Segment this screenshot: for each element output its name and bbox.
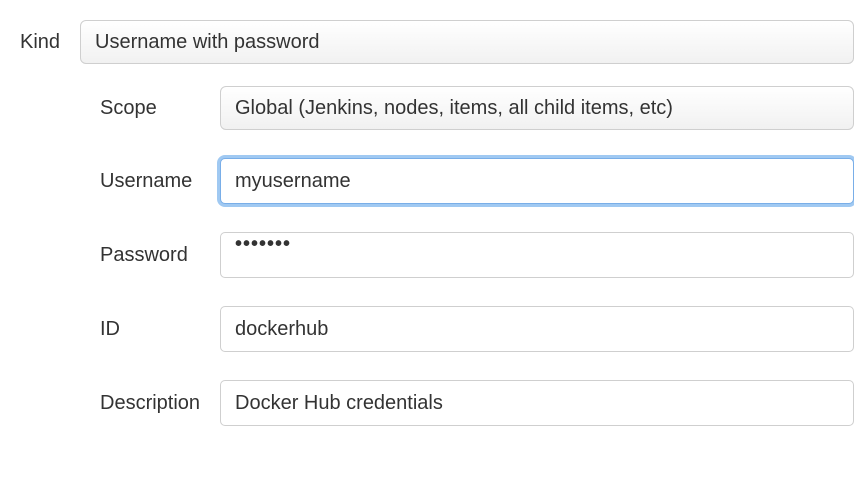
scope-select[interactable]: Global (Jenkins, nodes, items, all child… [220,86,854,130]
id-input[interactable] [220,306,854,352]
label-scope: Scope [100,97,220,120]
row-kind: Kind Username with password [20,20,854,64]
scope-select-value: Global (Jenkins, nodes, items, all child… [235,97,673,120]
row-password: Password ••••••• [100,232,854,278]
row-id: ID [100,306,854,352]
label-id: ID [100,318,220,341]
kind-select-value: Username with password [95,31,320,54]
description-input[interactable] [220,380,854,426]
credentials-form: Kind Username with password Scope Global… [0,0,854,426]
label-username: Username [100,170,220,193]
label-description: Description [100,392,220,415]
kind-select[interactable]: Username with password [80,20,854,64]
row-description: Description [100,380,854,426]
row-scope: Scope Global (Jenkins, nodes, items, all… [100,86,854,130]
password-input[interactable]: ••••••• [220,232,854,278]
label-password: Password [100,244,220,267]
username-input[interactable] [220,158,854,204]
row-username: Username [100,158,854,204]
label-kind: Kind [20,31,80,54]
